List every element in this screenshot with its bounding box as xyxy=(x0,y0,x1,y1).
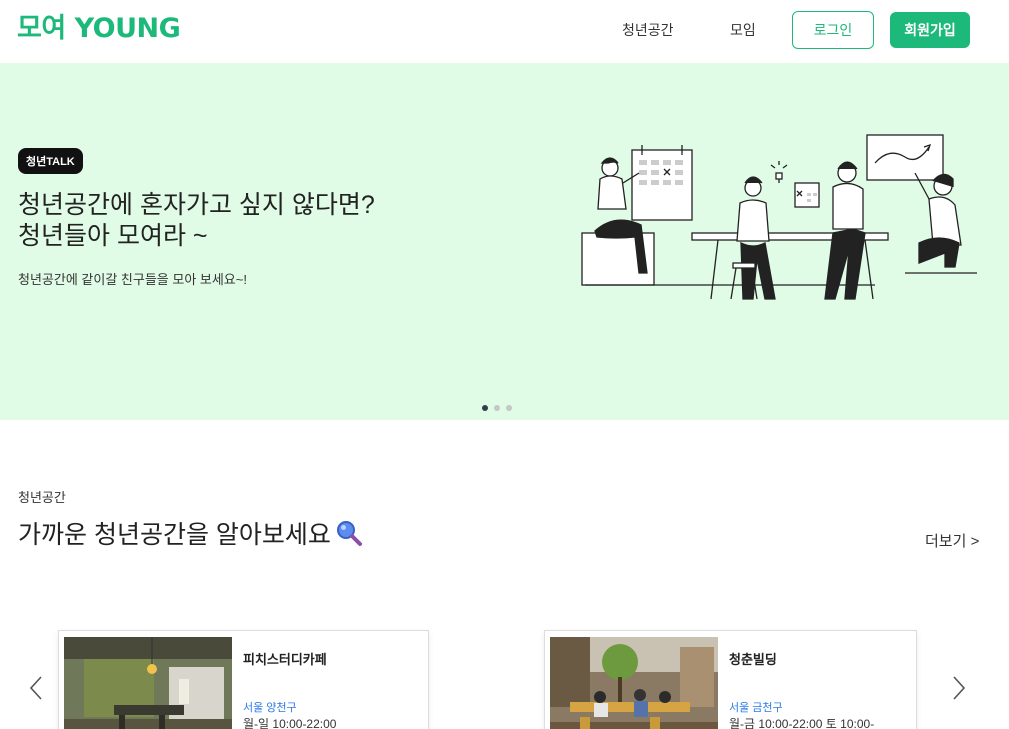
login-button[interactable]: 로그인 xyxy=(792,11,874,49)
logo-text: 모여 YOUNG xyxy=(17,12,181,44)
space-region: 서울 양천구 xyxy=(243,702,297,714)
carousel-dot-2[interactable] xyxy=(494,405,500,411)
chevron-right-icon[interactable] xyxy=(948,674,968,702)
logo[interactable]: 모여 YOUNG xyxy=(17,8,181,44)
space-card[interactable]: 청춘빌딩 서울 금천구 월-금 10:00-22:00 토 10:00-19:0… xyxy=(544,630,917,729)
hero-subtitle: 청년공간에 같이갈 친구들을 모아 보세요~! xyxy=(18,272,247,287)
space-photo xyxy=(64,637,232,729)
space-name: 청춘빌딩 xyxy=(729,652,777,667)
more-link[interactable]: 더보기 > xyxy=(925,530,979,551)
nav-youth-space[interactable]: 청년공간 xyxy=(622,20,674,40)
hero-title-line1: 청년공간에 혼자가고 싶지 않다면? xyxy=(18,191,375,219)
section-label: 청년공간 xyxy=(18,490,66,505)
hero-title: 청년공간에 혼자가고 싶지 않다면? 청년들아 모여라 ~ xyxy=(18,190,375,252)
space-hours: 월-금 10:00-22:00 토 10:00-19:00 일/공휴일 제외 xyxy=(729,717,875,729)
carousel-dot-1[interactable] xyxy=(482,405,488,411)
space-region: 서울 금천구 xyxy=(729,702,783,714)
carousel-dots xyxy=(482,405,512,411)
space-card[interactable]: 피치스터디카페 서울 양천구 월-일 10:00-22:00 xyxy=(58,630,429,729)
signup-button[interactable]: 회원가입 xyxy=(890,12,970,48)
hero-banner[interactable]: 청년TALK 청년공간에 혼자가고 싶지 않다면? 청년들아 모여라 ~ 청년공… xyxy=(0,63,1009,420)
section-title: 가까운 청년공간을 알아보세요 xyxy=(18,515,363,551)
space-name: 피치스터디카페 xyxy=(243,652,327,667)
top-header: 모여 YOUNG 청년공간 모임 로그인 회원가입 xyxy=(0,0,1009,63)
magnifier-icon xyxy=(336,521,362,546)
space-hours: 월-일 10:00-22:00 xyxy=(243,717,337,729)
hero-title-line2: 청년들아 모여라 ~ xyxy=(18,222,208,250)
people-meeting-illustration xyxy=(581,134,977,300)
section-title-text: 가까운 청년공간을 알아보세요 xyxy=(18,521,331,549)
carousel-dot-3[interactable] xyxy=(506,405,512,411)
chevron-left-icon[interactable] xyxy=(27,674,47,702)
space-photo xyxy=(550,637,718,729)
nav-meeting[interactable]: 모임 xyxy=(730,20,756,40)
hero-badge: 청년TALK xyxy=(18,148,83,174)
